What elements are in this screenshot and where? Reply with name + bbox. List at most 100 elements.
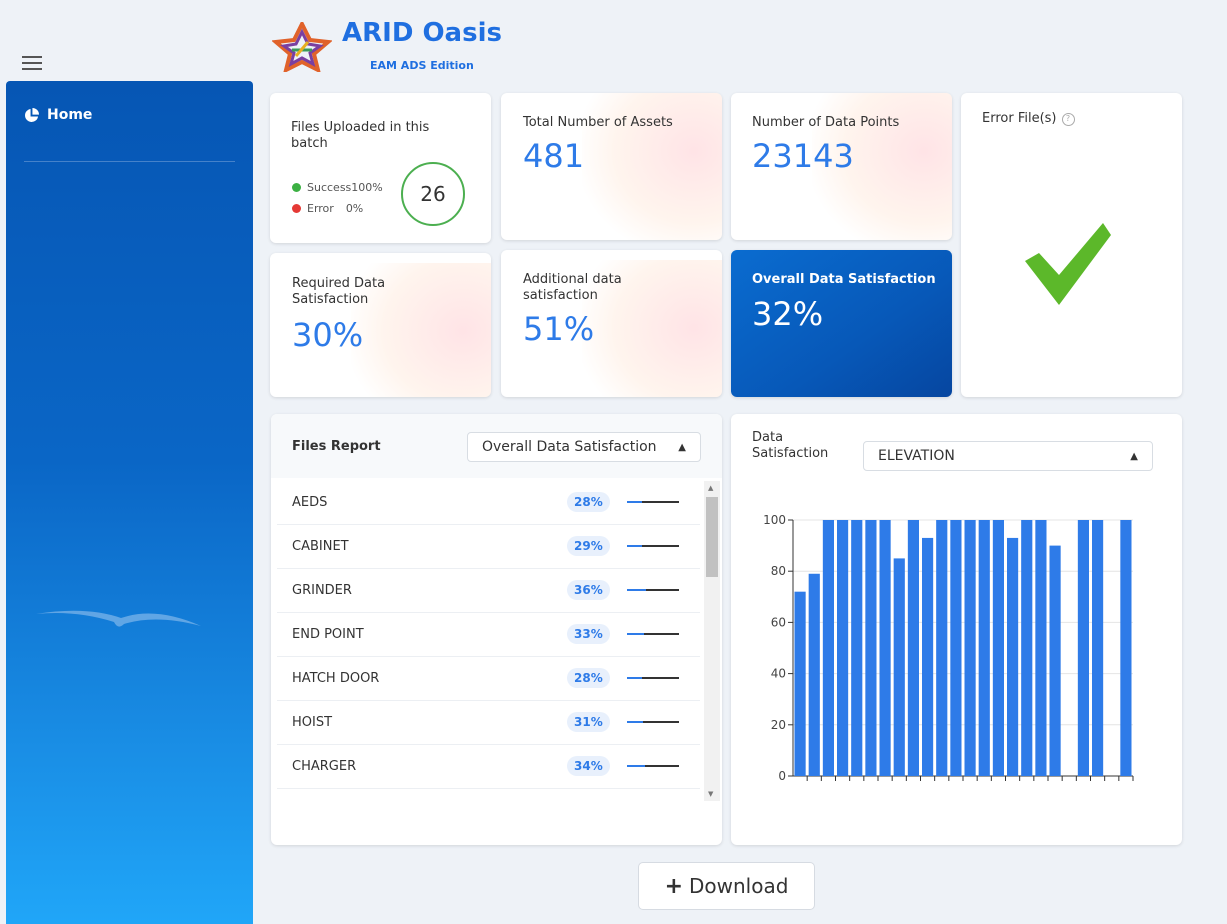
y-tick-label: 80 — [771, 564, 786, 578]
report-row[interactable]: AEDS 28% — [277, 480, 700, 525]
pie-chart-icon — [25, 107, 39, 122]
scrollbar-thumb[interactable] — [706, 497, 718, 577]
success-value: 100% — [351, 181, 383, 194]
sidebar-divider — [24, 161, 235, 162]
chart-bar — [1077, 520, 1089, 776]
menu-icon[interactable] — [22, 56, 42, 70]
app-title: ARID Oasis — [342, 18, 502, 48]
chart-bar — [865, 520, 877, 776]
chart-bar — [808, 573, 820, 776]
report-row-percent: 36% — [567, 580, 610, 600]
logo-icon — [272, 22, 332, 72]
report-row-progress — [627, 721, 679, 723]
report-row-name: HOIST — [292, 714, 333, 730]
data-satisfaction-card: Data Satisfaction ELEVATION ▲︎ 0 20 40 60 80… — [731, 414, 1182, 845]
success-label: Success — [307, 181, 352, 194]
success-dot — [292, 183, 301, 192]
error-files-title: Error File(s) — [982, 111, 1057, 126]
plus-icon: + — [664, 873, 683, 899]
sidebar-item-label: Home — [47, 107, 93, 123]
error-files-card: Error File(s) ? — [961, 93, 1182, 397]
chart-bar — [837, 520, 849, 776]
report-row-percent: 31% — [567, 712, 610, 732]
total-assets-title: Total Number of Assets — [523, 115, 673, 130]
error-label: Error — [307, 202, 334, 215]
error-dot — [292, 204, 301, 213]
additional-satisfaction-card: Additional data satisfaction 51% — [501, 250, 722, 397]
y-tick-label: 20 — [771, 718, 786, 732]
required-value: 30% — [292, 316, 364, 354]
files-uploaded-title: Files Uploaded in this batch — [291, 120, 430, 151]
additional-title: Additional data satisfaction — [523, 272, 622, 303]
scroll-up-icon[interactable]: ▲ — [708, 484, 713, 492]
files-report-select[interactable]: Overall Data Satisfaction ▲︎ — [467, 432, 701, 462]
report-row-name: CHARGER — [292, 758, 357, 774]
report-row-percent: 29% — [567, 536, 610, 556]
additional-value: 51% — [523, 310, 595, 348]
overall-satisfaction-card: Overall Data Satisfaction 32% — [731, 250, 952, 397]
report-row-name: AEDS — [292, 494, 328, 510]
error-files-header: Error File(s) ? — [982, 111, 1075, 127]
total-assets-value: 481 — [523, 137, 585, 175]
sidebar: Home — [6, 81, 253, 924]
report-row-percent: 28% — [567, 492, 610, 512]
sort-icon: ▲︎ — [678, 441, 686, 453]
report-row-progress — [627, 633, 679, 635]
chart-bar — [879, 520, 891, 776]
report-row-progress — [627, 677, 679, 679]
report-row[interactable]: HOIST 31% — [277, 700, 700, 745]
report-row[interactable]: CABINET 29% — [277, 524, 700, 569]
data-points-title: Number of Data Points — [752, 115, 900, 130]
chart-bar — [794, 591, 806, 776]
report-row-percent: 33% — [567, 624, 610, 644]
download-button[interactable]: + Download — [638, 862, 815, 910]
chart-bar — [1120, 520, 1132, 776]
required-title: Required Data Satisfaction — [292, 276, 386, 307]
data-points-card: Number of Data Points 23143 — [731, 93, 952, 240]
overall-title: Overall Data Satisfaction — [752, 272, 936, 287]
chart-bar — [936, 520, 948, 776]
report-scrollbar[interactable]: ▲ ▼ — [704, 481, 720, 801]
report-row[interactable]: GRINDER 36% — [277, 568, 700, 613]
download-label: Download — [689, 874, 789, 898]
report-row-name: HATCH DOOR — [292, 670, 380, 686]
report-row-progress — [627, 765, 679, 767]
total-assets-card: Total Number of Assets 481 — [501, 93, 722, 240]
report-row[interactable]: END POINT 33% — [277, 612, 700, 657]
chart-bar — [992, 520, 1004, 776]
required-satisfaction-card: Required Data Satisfaction 30% — [270, 253, 491, 397]
help-icon[interactable]: ? — [1061, 112, 1075, 126]
scroll-down-icon[interactable]: ▼ — [708, 790, 713, 798]
files-report-title: Files Report — [292, 439, 381, 454]
report-row[interactable]: CHARGER 34% — [277, 744, 700, 789]
report-row[interactable]: HATCH DOOR 28% — [277, 656, 700, 701]
chart-bar — [978, 520, 990, 776]
report-row-progress — [627, 501, 679, 503]
chart-bar — [1092, 520, 1104, 776]
files-uploaded-card: Files Uploaded in this batch Success 100%… — [270, 93, 491, 243]
files-report-card: Files Report Overall Data Satisfaction ▲… — [271, 414, 722, 845]
bird-illustration — [36, 610, 201, 627]
report-row-progress — [627, 589, 679, 591]
sidebar-item-home[interactable]: Home — [24, 107, 92, 123]
error-legend: Error 0% — [292, 202, 363, 215]
report-row-progress — [627, 545, 679, 547]
chart-bar — [1021, 520, 1033, 776]
report-row-percent: 28% — [567, 668, 610, 688]
y-tick-label: 100 — [763, 513, 786, 527]
chart-bar — [964, 520, 976, 776]
chart-bar — [922, 537, 934, 776]
y-tick-label: 60 — [771, 615, 786, 629]
y-tick-label: 0 — [778, 769, 786, 783]
check-icon — [1025, 223, 1111, 305]
y-tick-label: 40 — [771, 667, 786, 681]
files-count-ring: 26 — [401, 162, 465, 226]
report-row-name: CABINET — [292, 538, 349, 554]
chart-bar — [1035, 520, 1047, 776]
data-points-value: 23143 — [752, 137, 854, 175]
files-report-selected: Overall Data Satisfaction — [482, 439, 657, 455]
satisfaction-bar-chart: 0 20 40 60 80 100 — [763, 513, 1134, 783]
chart-bar — [822, 520, 834, 776]
overall-value: 32% — [752, 295, 824, 333]
error-value: 0% — [345, 202, 364, 215]
